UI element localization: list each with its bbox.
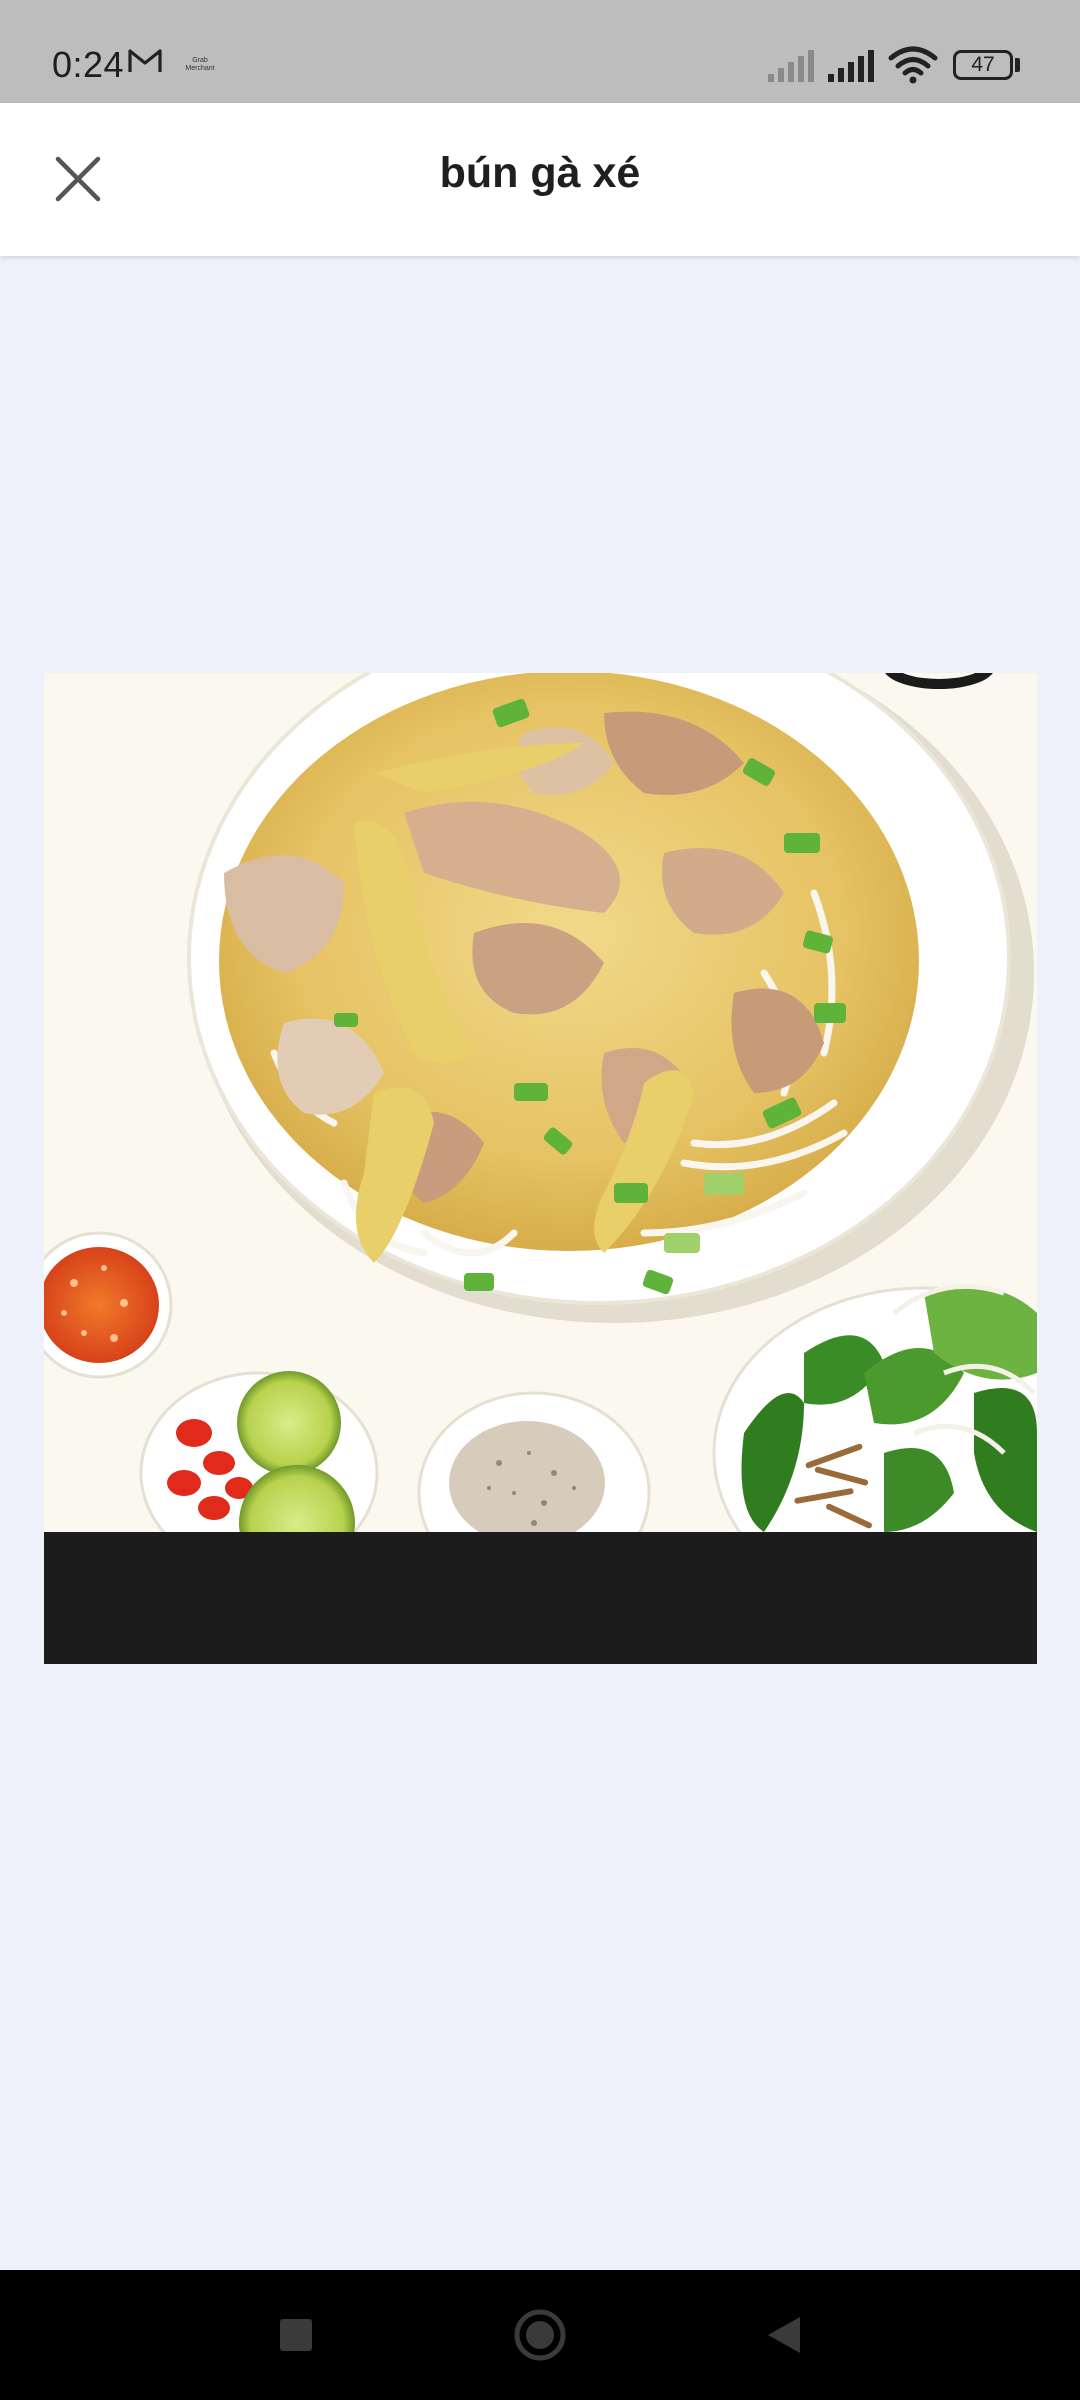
page-title: bún gà xé — [439, 149, 641, 197]
grab-merchant-icon: Grab Merchant — [182, 57, 218, 73]
image-viewer[interactable] — [0, 257, 1080, 2270]
battery-level: 47 — [971, 53, 995, 76]
battery-tip — [1015, 58, 1020, 72]
signal-icon — [828, 50, 874, 82]
gmail-icon — [128, 49, 162, 72]
signal-icon — [768, 50, 814, 82]
app-header: bún gà xé — [0, 103, 1080, 256]
grab-merchant-label: Grab Merchant — [185, 57, 215, 72]
recents-square-icon[interactable] — [236, 2270, 356, 2400]
lime-half — [237, 1371, 341, 1475]
wifi-icon — [888, 46, 938, 84]
photo-caption-band — [44, 1532, 1037, 1664]
navigation-bar — [0, 2270, 1080, 2400]
home-circle-icon[interactable] — [480, 2270, 600, 2400]
status-time: 0:24 — [52, 44, 125, 85]
battery-icon: 47 — [953, 50, 1013, 80]
status-bar: 0:24 Grab Merchant 47 — [0, 0, 1080, 103]
food-photo — [44, 673, 1037, 1532]
back-triangle-icon[interactable] — [722, 2270, 842, 2400]
